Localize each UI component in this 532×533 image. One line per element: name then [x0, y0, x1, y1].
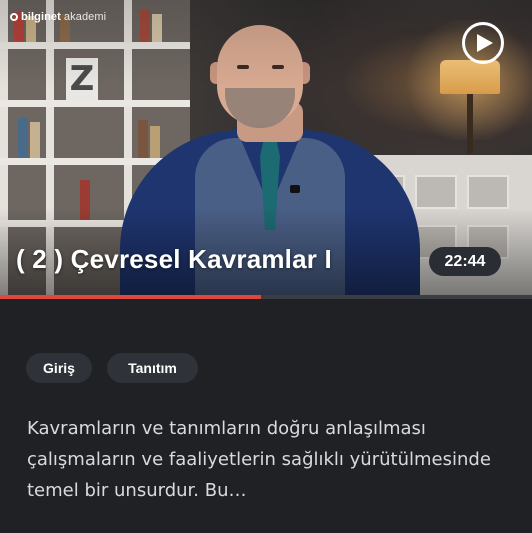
video-description: Kavramların ve tanımların doğru anlaşılm… — [27, 418, 491, 501]
video-thumbnail[interactable]: Z bilg — [0, 0, 532, 297]
brand-name: bilginet — [21, 11, 61, 23]
brand-logo: bilginet akademi — [10, 11, 106, 23]
progress-fill — [0, 295, 261, 299]
logo-icon — [10, 13, 18, 21]
video-title: ( 2 ) Çevresel Kavramlar I — [16, 244, 332, 274]
play-button[interactable] — [462, 22, 504, 64]
progress-bar[interactable] — [0, 295, 532, 299]
video-card[interactable]: Z bilg — [0, 0, 532, 533]
brand-sub: akademi — [63, 11, 107, 23]
duration-badge: 22:44 — [429, 247, 501, 276]
tag-giris[interactable]: Giriş — [26, 353, 92, 383]
tag-tanitim[interactable]: Tanıtım — [107, 353, 198, 383]
play-icon — [476, 34, 493, 52]
